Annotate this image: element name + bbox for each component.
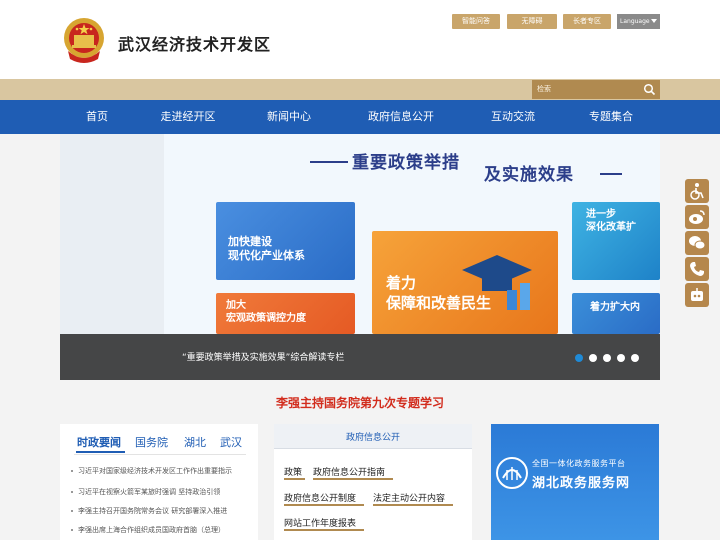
banner-card-industry-text: 加快建设 现代化产业体系 [228, 235, 305, 262]
banner-caption-bar [60, 334, 660, 380]
news-list-item[interactable]: 习近平在视察火箭军某旅时强调 坚持政治引领 [78, 487, 250, 497]
nav-item-home[interactable]: 首页 [72, 100, 122, 134]
banner-card-reform[interactable]: 进一步 深化改革扩 [572, 202, 660, 280]
gov-link-policy[interactable]: 政策 [284, 465, 302, 478]
banner-title-line1: 重要政策举措 [352, 153, 460, 173]
nav-item-gov-info[interactable]: 政府信息公开 [360, 100, 442, 134]
service-platform-logo-icon [496, 457, 528, 489]
service-platform-subtitle: 全国一体化政务服务平台 [532, 459, 626, 468]
site-title[interactable]: 武汉经济技术开发区 [118, 31, 271, 55]
carousel-dot-4[interactable] [617, 354, 625, 362]
banner-left-panel [60, 134, 164, 334]
gov-link-guide[interactable]: 政府信息公开指南 [313, 465, 385, 478]
gov-link-system[interactable]: 政府信息公开制度 [284, 491, 356, 504]
link-underline [313, 478, 393, 480]
banner-card-reform-text: 进一步 深化改革扩 [586, 209, 636, 233]
banner-title-line-right [600, 173, 622, 175]
tab-state-council[interactable]: 国务院 [135, 434, 168, 450]
gov-link-annual-report[interactable]: 网站工作年度报表 [284, 516, 356, 529]
chevron-down-icon [651, 19, 657, 23]
list-bullet [71, 470, 73, 472]
graduation-cap-icon [462, 255, 532, 310]
banner-title-line2: 及实施效果 [484, 165, 574, 185]
banner-caption[interactable]: “重要政策举措及实施效果”综合解读专栏 [182, 350, 344, 363]
search-input[interactable] [532, 80, 660, 99]
carousel-dot-1[interactable] [575, 354, 583, 362]
banner-card-livelihood[interactable]: 着力 保障和改善民生 [372, 231, 558, 334]
accessibility-button[interactable]: 无障碍 [507, 14, 557, 29]
elderly-zone-button[interactable]: 长者专区 [563, 14, 611, 29]
phone-float-button[interactable] [685, 257, 709, 281]
header-bar [0, 0, 720, 79]
carousel-dot-5[interactable] [631, 354, 639, 362]
nav-item-interaction[interactable]: 互动交流 [482, 100, 544, 134]
banner-title-line-left [310, 161, 348, 163]
search-placeholder: 检索 [537, 85, 551, 93]
wechat-float-button[interactable] [685, 231, 709, 255]
link-underline [373, 504, 453, 506]
tab-hubei[interactable]: 湖北 [184, 434, 206, 450]
gov-link-content[interactable]: 法定主动公开内容 [373, 491, 445, 504]
banner-card-macro[interactable]: 加大 宏观政策调控力度 [216, 293, 355, 334]
tab-current-affairs[interactable]: 时政要闻 [77, 434, 121, 450]
accessibility-float-button[interactable] [685, 179, 709, 203]
smart-qa-button[interactable]: 智能问答 [452, 14, 500, 29]
wheelchair-icon [690, 183, 704, 200]
carousel-dot-2[interactable] [589, 354, 597, 362]
service-platform-title: 湖北政务服务网 [532, 476, 631, 491]
headline-link[interactable]: 李强主持国务院第九次专题学习 [0, 394, 720, 411]
weibo-icon [689, 210, 705, 224]
banner-card-macro-text: 加大 宏观政策调控力度 [226, 300, 306, 324]
language-label: Language [620, 18, 650, 25]
robot-icon [691, 288, 703, 301]
nav-item-about[interactable]: 走进经开区 [152, 100, 224, 134]
news-list-item[interactable]: 习近平对国家级经济技术开发区工作作出重要指示 [78, 466, 250, 476]
carousel-dot-3[interactable] [603, 354, 611, 362]
banner-card-domestic[interactable]: 着力扩大内 [572, 293, 660, 334]
nav-item-topics[interactable]: 专题集合 [580, 100, 642, 134]
tab-wuhan[interactable]: 武汉 [220, 434, 242, 450]
news-tab-divider [74, 454, 246, 455]
list-bullet [71, 510, 73, 512]
national-emblem-icon [64, 18, 104, 63]
banner-card-industry[interactable]: 加快建设 现代化产业体系 [216, 202, 355, 280]
banner-card-domestic-text: 着力扩大内 [590, 302, 640, 313]
active-tab-indicator [76, 451, 125, 453]
nav-item-news[interactable]: 新闻中心 [259, 100, 319, 134]
link-underline [284, 478, 305, 480]
wechat-icon [689, 236, 706, 250]
phone-icon [690, 262, 704, 276]
gov-info-title[interactable]: 政府信息公开 [274, 430, 472, 443]
news-list-item[interactable]: 李强主持召开国务院常务会议 研究部署深入推进 [78, 506, 250, 516]
news-list-item[interactable]: 李强出席上海合作组织成员国政府首脑（总理） [78, 525, 250, 535]
language-select[interactable]: Language [617, 14, 660, 29]
robot-float-button[interactable] [685, 283, 709, 307]
list-bullet [71, 491, 73, 493]
link-underline [284, 529, 364, 531]
link-underline [284, 504, 364, 506]
weibo-float-button[interactable] [685, 205, 709, 229]
search-icon[interactable] [643, 83, 656, 96]
list-bullet [71, 529, 73, 531]
